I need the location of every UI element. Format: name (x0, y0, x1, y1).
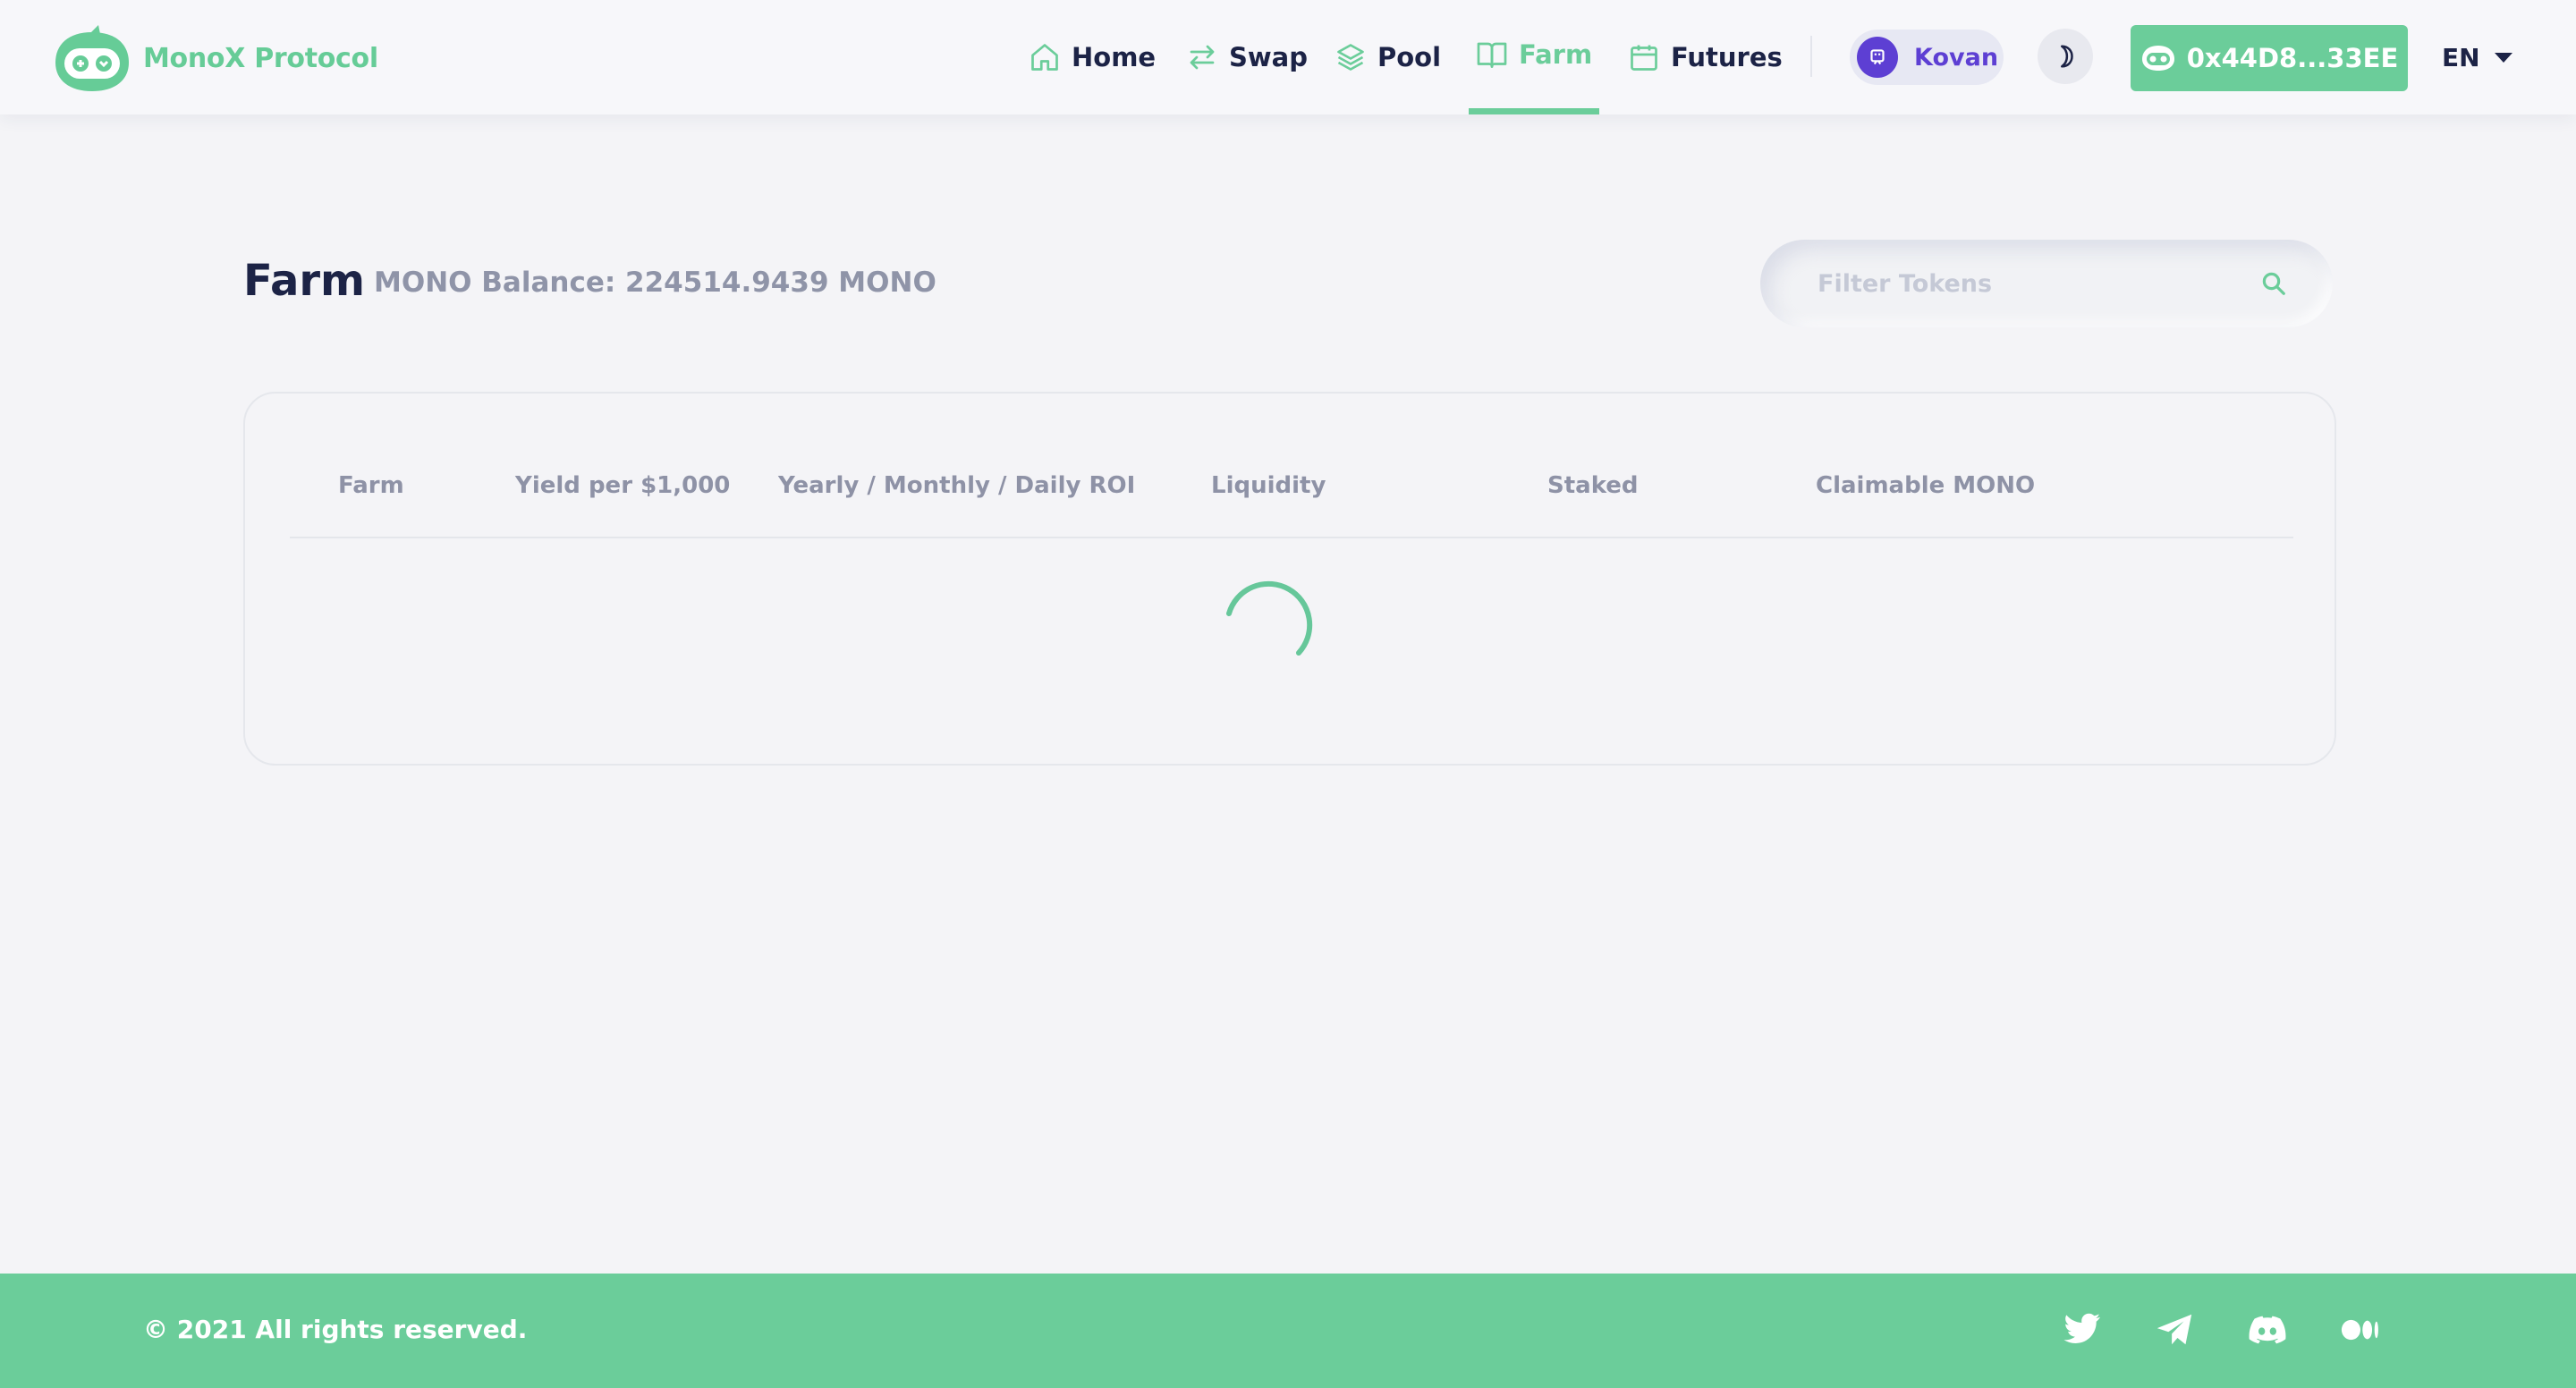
column-header-yield[interactable]: Yield per $1,000 (515, 472, 730, 499)
column-header-staked[interactable]: Staked (1547, 472, 1639, 499)
top-navbar: MonoX Protocol Home Swap Pool Farm Futur… (0, 0, 2576, 114)
filter-tokens-input[interactable] (1818, 269, 2254, 298)
telegram-icon (2157, 1314, 2192, 1345)
wallet-button[interactable]: 0x44D8...33EE (2131, 25, 2408, 91)
medium-link[interactable] (2338, 1308, 2383, 1352)
layers-icon (1337, 44, 1364, 71)
wallet-avatar-icon (2141, 46, 2174, 71)
nav-farm-label: Farm (1519, 39, 1593, 70)
column-header-roi[interactable]: Yearly / Monthly / Daily ROI (778, 472, 1135, 499)
book-icon (1477, 42, 1507, 68)
column-header-liquidity[interactable]: Liquidity (1211, 472, 1326, 499)
brand-logo[interactable]: MonoX Protocol (52, 23, 378, 93)
search-icon[interactable] (2254, 264, 2293, 303)
calendar-icon (1631, 45, 1657, 71)
language-label: EN (2442, 42, 2480, 72)
page-title: Farm (243, 256, 366, 306)
nav-futures[interactable]: Futures (1628, 0, 1783, 114)
column-header-claimable[interactable]: Claimable MONO (1816, 472, 2035, 499)
nav-pool-label: Pool (1377, 42, 1442, 72)
network-icon (1857, 37, 1898, 78)
caret-down-icon (2494, 52, 2512, 63)
moon-icon (2061, 45, 2073, 68)
nav-swap[interactable]: Swap (1186, 0, 1308, 114)
network-selector[interactable]: Kovan (1850, 30, 2004, 85)
twitter-icon (2063, 1313, 2101, 1343)
column-header-farm[interactable]: Farm (338, 472, 404, 499)
wallet-address: 0x44D8...33EE (2186, 43, 2399, 73)
monox-logo-icon (55, 25, 129, 91)
network-name: Kovan (1914, 43, 1999, 72)
nav-swap-label: Swap (1229, 42, 1309, 72)
nav-farm[interactable]: Farm (1468, 0, 1600, 114)
discord-icon (2249, 1316, 2286, 1344)
loading-spinner-icon (1226, 580, 1313, 656)
nav-home[interactable]: Home (1029, 0, 1156, 114)
theme-toggle-button[interactable] (2038, 29, 2093, 84)
copyright-text: © 2021 All rights reserved. (143, 1315, 528, 1344)
table-header-divider (290, 537, 2293, 538)
mono-balance: MONO Balance: 224514.9439 MONO (374, 267, 936, 299)
nav-pool[interactable]: Pool (1335, 0, 1441, 114)
nav-divider (1810, 36, 1812, 77)
filter-tokens-field (1760, 240, 2333, 327)
telegram-link[interactable] (2152, 1308, 2197, 1352)
swap-icon (1190, 45, 1215, 70)
medium-icon (2341, 1319, 2378, 1341)
discord-link[interactable] (2245, 1308, 2290, 1352)
brand-name: MonoX Protocol (143, 42, 378, 74)
footer: © 2021 All rights reserved. (0, 1274, 2576, 1388)
farm-table-card: Farm Yield per $1,000 Yearly / Monthly /… (243, 392, 2336, 766)
language-selector[interactable]: EN (2442, 36, 2512, 79)
nav-home-label: Home (1072, 42, 1157, 72)
nav-futures-label: Futures (1671, 42, 1783, 72)
twitter-link[interactable] (2059, 1308, 2104, 1352)
home-icon (1031, 44, 1058, 71)
